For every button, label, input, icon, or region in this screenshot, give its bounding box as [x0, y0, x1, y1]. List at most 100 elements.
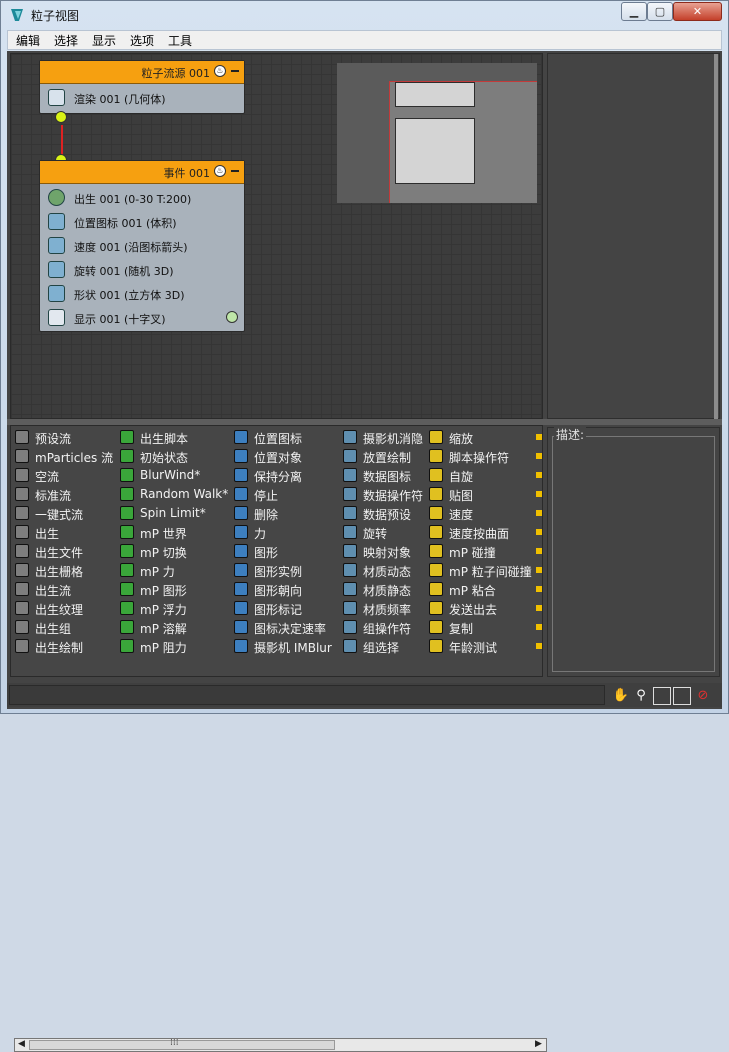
depot-item-icon	[15, 506, 29, 520]
node-source-header[interactable]: 粒子流源 001 ♨	[40, 61, 244, 84]
navigator-node-source	[395, 82, 475, 107]
depot-item-label: 材质静态	[363, 584, 412, 598]
operator-shape[interactable]: 形状 001 (立方体 3D)	[46, 283, 234, 305]
depot-item-label: mP 世界	[140, 527, 187, 541]
depot-item-icon	[429, 487, 443, 501]
pan-icon[interactable]: ✋	[613, 687, 629, 703]
parameters-scrollbar[interactable]	[714, 54, 718, 420]
more-arrow-icon	[536, 605, 542, 611]
depot-item-label: mP 粘合	[449, 584, 496, 598]
depot-item-icon	[15, 563, 29, 577]
depot-item-icon	[343, 525, 357, 539]
description-label: 描述:	[554, 426, 587, 443]
position-icon	[48, 213, 65, 230]
zoom-extents-icon[interactable]	[673, 687, 691, 705]
more-arrow-icon	[536, 472, 542, 478]
depot-item-icon	[234, 620, 248, 634]
no-zoom-icon[interactable]: ⊘	[695, 687, 711, 703]
depot-item-label: mP 力	[140, 565, 175, 579]
more-arrow-icon	[536, 643, 542, 649]
depot-item-icon	[234, 487, 248, 501]
operator-position[interactable]: 位置图标 001 (体积)	[46, 211, 234, 233]
node-source[interactable]: 粒子流源 001 ♨ 渲染 001 (几何体)	[39, 60, 245, 114]
depot-item-label: 出生文件	[35, 546, 84, 560]
depot-item-icon	[15, 582, 29, 596]
node-event[interactable]: 事件 001 ♨ 出生 001 (0-30 T:200) 位置图标 001 (体…	[39, 160, 245, 332]
depot-item-icon	[15, 601, 29, 615]
depot-item-label: 自旋	[449, 470, 474, 484]
scroll-right-icon[interactable]: ▶	[535, 1039, 542, 1049]
description-panel: 描述:	[547, 426, 720, 677]
operator-display[interactable]: 显示 001 (十字叉)	[46, 307, 238, 329]
operator-rotation[interactable]: 旋转 001 (随机 3D)	[46, 259, 234, 281]
zoom-region-icon[interactable]	[653, 687, 671, 705]
operator-speed[interactable]: 速度 001 (沿图标箭头)	[46, 235, 234, 257]
operator-label: 渲染 001 (几何体)	[74, 93, 166, 106]
event-display-graph[interactable]: 粒子流源 001 ♨ 渲染 001 (几何体) 事件 001 ♨ 出生 001 …	[10, 53, 543, 419]
lightbulb-icon[interactable]: ♨	[214, 65, 226, 77]
depot-item-label: 图形实例	[254, 565, 303, 579]
depot-item-label: 标准流	[35, 489, 72, 503]
depot-item-label: 出生绘制	[35, 641, 84, 655]
depot-item-icon	[120, 468, 134, 482]
description-box	[552, 436, 715, 672]
scroll-thumb[interactable]: ⁞⁞⁞	[29, 1038, 335, 1050]
speed-icon	[48, 237, 65, 254]
menu-edit[interactable]: 编辑	[14, 32, 42, 49]
depot-item-label: 初始状态	[140, 451, 189, 465]
depot-item-label: mP 碰撞	[449, 546, 496, 560]
scroll-left-icon[interactable]: ◀	[18, 1039, 25, 1049]
depot-item-icon	[15, 639, 29, 653]
depot-item-icon	[120, 544, 134, 558]
depot-item-label: 删除	[254, 508, 279, 522]
menu-options[interactable]: 选项	[128, 32, 156, 49]
parameters-panel[interactable]	[547, 53, 720, 420]
depot-item-label: 速度按曲面	[449, 527, 510, 541]
birth-icon	[48, 189, 65, 206]
operator-birth[interactable]: 出生 001 (0-30 T:200)	[46, 187, 234, 209]
operator-render[interactable]: 渲染 001 (几何体)	[46, 87, 234, 109]
navigator-minimap[interactable]	[337, 63, 537, 203]
collapse-icon[interactable]	[231, 170, 239, 172]
minimize-button[interactable]: ▁	[621, 2, 647, 21]
menu-display[interactable]: 显示	[90, 32, 118, 49]
depot-item-label: mP 切换	[140, 546, 187, 560]
more-arrow-icon	[536, 586, 542, 592]
operator-label: 旋转 001 (随机 3D)	[74, 265, 174, 278]
test-output-connector[interactable]	[226, 311, 238, 323]
depot-item-icon	[429, 582, 443, 596]
depot-item-icon	[343, 601, 357, 615]
depot-item-label: mP 粒子间碰撞	[449, 565, 532, 579]
zoom-icon[interactable]: ⚲	[633, 687, 649, 703]
depot-item-label: BlurWind*	[140, 468, 201, 482]
depot-panel[interactable]: 预设流 mParticles 流空流 标准流 一键式流 出生 出生文件 出生栅格 出生流 出生纹…	[10, 425, 547, 1052]
depot-item-icon	[429, 506, 443, 520]
depot-item-label: 空流	[35, 470, 60, 484]
navigator-viewport[interactable]	[389, 81, 537, 203]
depot-item-icon	[15, 620, 29, 634]
depot-item-label: 组操作符	[363, 622, 412, 636]
teapot-icon	[48, 89, 65, 106]
lightbulb-icon[interactable]: ♨	[214, 165, 226, 177]
shape-icon	[48, 285, 65, 302]
close-button[interactable]: ✕	[673, 2, 722, 21]
depot-item-label: 预设流	[35, 432, 72, 446]
more-arrow-icon	[536, 453, 542, 459]
menu-select[interactable]: 选择	[52, 32, 80, 49]
depot-item-label: 组选择	[363, 641, 400, 655]
depot-horizontal-scrollbar[interactable]: ◀ ⁞⁞⁞ ▶	[14, 1038, 547, 1052]
depot-item-label: 旋转	[363, 527, 388, 541]
more-arrow-icon	[536, 529, 542, 535]
status-field	[9, 685, 605, 705]
depot-item-label: 力	[254, 527, 267, 541]
maximize-button[interactable]: ▢	[647, 2, 673, 21]
menu-tools[interactable]: 工具	[166, 32, 194, 49]
node-event-header[interactable]: 事件 001 ♨	[40, 161, 244, 184]
depot-item-icon	[343, 544, 357, 558]
collapse-icon[interactable]	[231, 70, 239, 72]
operator-label: 位置图标 001 (体积)	[74, 217, 177, 230]
output-connector[interactable]	[55, 111, 67, 123]
depot-item-label: 出生脚本	[140, 432, 189, 446]
depot-item-icon	[234, 430, 248, 444]
more-arrow-icon	[536, 491, 542, 497]
